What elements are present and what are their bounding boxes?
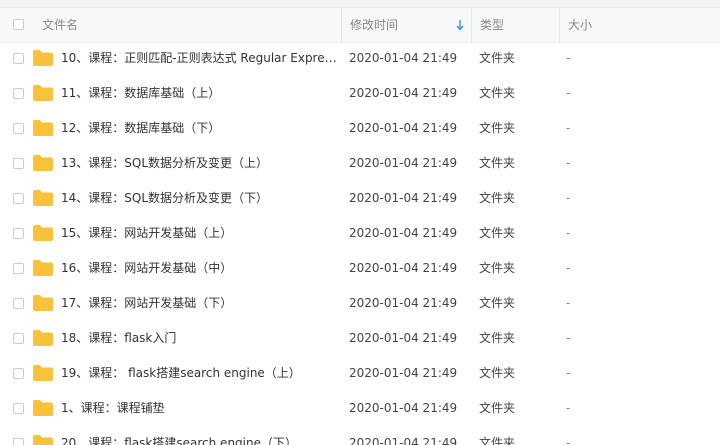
modified-time: 2020-01-04 21:49 <box>349 261 458 275</box>
row-checkbox[interactable] <box>13 368 24 379</box>
modified-time: 2020-01-04 21:49 <box>349 226 458 240</box>
file-name[interactable]: 17、课程：网站开发基础（下） <box>61 286 339 321</box>
column-header-name-label: 文件名 <box>42 18 79 32</box>
file-name[interactable]: 11、课程：数据库基础（上） <box>61 76 339 111</box>
file-size: - <box>566 366 571 380</box>
file-name[interactable]: 15、课程：网站开发基础（上） <box>61 216 339 251</box>
folder-icon <box>33 260 53 276</box>
file-size: - <box>566 331 571 345</box>
file-name[interactable]: 12、课程：数据库基础（下） <box>61 111 339 146</box>
file-type: 文件夹 <box>479 86 516 100</box>
row-checkbox[interactable] <box>13 403 24 414</box>
file-name[interactable]: 16、课程：网站开发基础（中） <box>61 251 339 286</box>
modified-time: 2020-01-04 21:49 <box>349 51 458 65</box>
modified-time: 2020-01-04 21:49 <box>349 296 458 310</box>
file-row[interactable]: 20、课程：flask搭建search engine（下） 2020-01-04 … <box>0 426 720 445</box>
file-name[interactable]: 18、课程：flask入门 <box>61 321 339 356</box>
column-header-size-label: 大小 <box>568 18 593 32</box>
file-size: - <box>566 191 571 205</box>
file-row[interactable]: 13、课程：SQL数据分析及变更（上） 2020-01-04 21:49 文件夹 - <box>0 146 720 181</box>
file-row[interactable]: 18、课程：flask入门 2020-01-04 21:49 文件夹 - <box>0 321 720 356</box>
column-header-type[interactable]: 类型 <box>472 8 560 42</box>
folder-icon <box>33 365 53 381</box>
file-name[interactable]: 10、课程：正则匹配-正则表达式 Regular Expression、... <box>61 41 339 76</box>
file-row[interactable]: 17、课程：网站开发基础（下） 2020-01-04 21:49 文件夹 - <box>0 286 720 321</box>
row-checkbox[interactable] <box>13 88 24 99</box>
file-name[interactable]: 13、课程：SQL数据分析及变更（上） <box>61 146 339 181</box>
modified-time: 2020-01-04 21:49 <box>349 366 458 380</box>
row-checkbox[interactable] <box>13 263 24 274</box>
file-name[interactable]: 14、课程：SQL数据分析及变更（下） <box>61 181 339 216</box>
file-row[interactable]: 14、课程：SQL数据分析及变更（下） 2020-01-04 21:49 文件夹 - <box>0 181 720 216</box>
file-size: - <box>566 86 571 100</box>
column-header-type-label: 类型 <box>480 18 505 32</box>
file-size: - <box>566 401 571 415</box>
folder-icon <box>33 295 53 311</box>
file-row[interactable]: 10、课程：正则匹配-正则表达式 Regular Expression、... 2… <box>0 41 720 76</box>
folder-icon <box>33 120 53 136</box>
file-size: - <box>566 51 571 65</box>
arrow-down-icon[interactable] <box>455 19 465 31</box>
row-checkbox[interactable] <box>13 158 24 169</box>
file-type: 文件夹 <box>479 51 516 65</box>
file-row[interactable]: 15、课程：网站开发基础（上） 2020-01-04 21:49 文件夹 - <box>0 216 720 251</box>
folder-icon <box>33 400 53 416</box>
column-header-name[interactable]: 文件名 <box>0 8 342 42</box>
modified-time: 2020-01-04 21:49 <box>349 436 458 445</box>
column-header-size[interactable]: 大小 <box>560 8 720 42</box>
file-row[interactable]: 1、课程：课程铺垫 2020-01-04 21:49 文件夹 - <box>0 391 720 426</box>
file-type: 文件夹 <box>479 191 516 205</box>
file-type: 文件夹 <box>479 156 516 170</box>
file-size: - <box>566 436 571 445</box>
file-list-header: 文件名 修改时间 类型 大小 <box>0 8 720 43</box>
modified-time: 2020-01-04 21:49 <box>349 331 458 345</box>
row-checkbox[interactable] <box>13 438 24 445</box>
file-row[interactable]: 12、课程：数据库基础（下） 2020-01-04 21:49 文件夹 - <box>0 111 720 146</box>
file-list: 10、课程：正则匹配-正则表达式 Regular Expression、... 2… <box>0 41 720 445</box>
file-row[interactable]: 19、课程： flask搭建search engine（上） 2020-01-04… <box>0 356 720 391</box>
breadcrumb-bar <box>0 0 720 8</box>
file-type: 文件夹 <box>479 366 516 380</box>
file-size: - <box>566 261 571 275</box>
file-name[interactable]: 1、课程：课程铺垫 <box>61 391 339 426</box>
file-type: 文件夹 <box>479 436 516 445</box>
row-checkbox[interactable] <box>13 333 24 344</box>
folder-icon <box>33 50 53 66</box>
folder-icon <box>33 330 53 346</box>
file-type: 文件夹 <box>479 121 516 135</box>
row-checkbox[interactable] <box>13 193 24 204</box>
column-header-modified[interactable]: 修改时间 <box>342 8 472 42</box>
file-size: - <box>566 156 571 170</box>
folder-icon <box>33 435 53 445</box>
modified-time: 2020-01-04 21:49 <box>349 156 458 170</box>
file-size: - <box>566 296 571 310</box>
folder-icon <box>33 85 53 101</box>
file-size: - <box>566 121 571 135</box>
file-row[interactable]: 16、课程：网站开发基础（中） 2020-01-04 21:49 文件夹 - <box>0 251 720 286</box>
row-checkbox[interactable] <box>13 123 24 134</box>
modified-time: 2020-01-04 21:49 <box>349 191 458 205</box>
file-type: 文件夹 <box>479 261 516 275</box>
file-size: - <box>566 226 571 240</box>
row-checkbox[interactable] <box>13 298 24 309</box>
folder-icon <box>33 190 53 206</box>
modified-time: 2020-01-04 21:49 <box>349 121 458 135</box>
modified-time: 2020-01-04 21:49 <box>349 86 458 100</box>
column-header-modified-label: 修改时间 <box>350 18 399 32</box>
row-checkbox[interactable] <box>13 53 24 64</box>
file-type: 文件夹 <box>479 226 516 240</box>
row-checkbox[interactable] <box>13 228 24 239</box>
file-type: 文件夹 <box>479 331 516 345</box>
file-name[interactable]: 19、课程： flask搭建search engine（上） <box>61 356 339 391</box>
folder-icon <box>33 155 53 171</box>
file-name[interactable]: 20、课程：flask搭建search engine（下） <box>61 426 339 445</box>
file-type: 文件夹 <box>479 296 516 310</box>
folder-icon <box>33 225 53 241</box>
file-list-page: 文件名 修改时间 类型 大小 10、课程：正则匹配-正则表达式 Regular … <box>0 0 720 445</box>
file-row[interactable]: 11、课程：数据库基础（上） 2020-01-04 21:49 文件夹 - <box>0 76 720 111</box>
modified-time: 2020-01-04 21:49 <box>349 401 458 415</box>
file-type: 文件夹 <box>479 401 516 415</box>
